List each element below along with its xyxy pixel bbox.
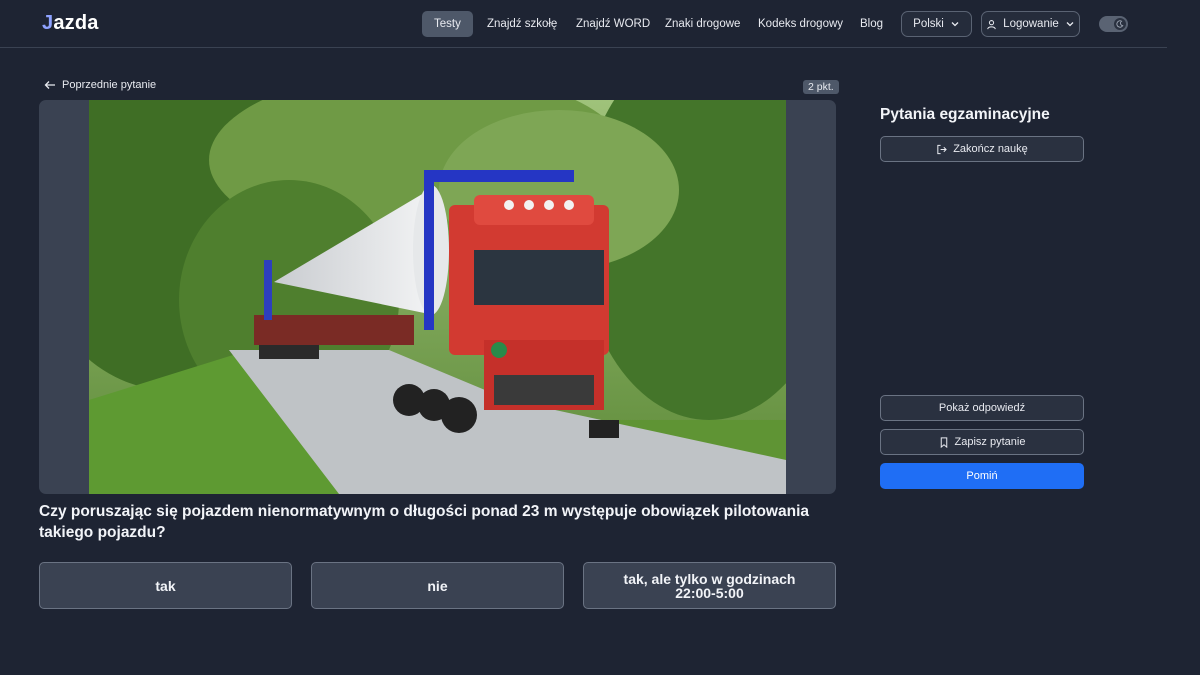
end-study-button[interactable]: Zakończ naukę bbox=[880, 136, 1084, 162]
language-label: Polski bbox=[913, 18, 944, 30]
question-image bbox=[39, 100, 836, 494]
nav-blog[interactable]: Blog bbox=[860, 11, 883, 37]
login-label: Logowanie bbox=[1003, 18, 1059, 30]
login-button[interactable]: Logowanie bbox=[981, 11, 1080, 37]
save-question-label: Zapisz pytanie bbox=[954, 436, 1026, 448]
arrow-left-icon bbox=[44, 80, 56, 90]
nav-find-word[interactable]: Znajdź WORD bbox=[576, 11, 650, 37]
question-text: Czy poruszając się pojazdem nienormatywn… bbox=[39, 503, 809, 541]
previous-question-link[interactable]: Poprzednie pytanie bbox=[44, 79, 156, 91]
nav-find-school[interactable]: Znajdź szkołę bbox=[487, 11, 557, 37]
save-question-button[interactable]: Zapisz pytanie bbox=[880, 429, 1084, 455]
bookmark-icon bbox=[939, 436, 949, 448]
logo-text: azda bbox=[53, 12, 99, 34]
show-answer-label: Pokaż odpowiedź bbox=[938, 402, 1026, 414]
points-badge: 2 pkt. bbox=[803, 80, 839, 94]
end-study-label: Zakończ naukę bbox=[953, 143, 1028, 155]
logo-initial: J bbox=[42, 12, 54, 34]
chevron-down-icon bbox=[950, 19, 960, 29]
show-answer-button[interactable]: Pokaż odpowiedź bbox=[880, 395, 1084, 421]
nav-road-signs[interactable]: Znaki drogowe bbox=[665, 11, 740, 37]
sidebar-title: Pytania egzaminacyjne bbox=[880, 106, 1050, 123]
logo[interactable]: Jazda bbox=[42, 12, 99, 35]
nav-traffic-code[interactable]: Kodeks drogowy bbox=[758, 11, 843, 37]
nav-tests[interactable]: Testy bbox=[422, 11, 473, 37]
moon-icon bbox=[1114, 18, 1126, 30]
question-media-card bbox=[39, 100, 836, 494]
theme-toggle[interactable] bbox=[1099, 16, 1128, 32]
skip-label: Pomiń bbox=[966, 470, 998, 482]
logout-icon bbox=[936, 144, 947, 155]
chevron-down-icon bbox=[1065, 19, 1075, 29]
user-icon bbox=[986, 19, 997, 30]
previous-question-label: Poprzednie pytanie bbox=[62, 79, 157, 91]
answer-option-2[interactable]: nie bbox=[311, 562, 564, 609]
skip-button[interactable]: Pomiń bbox=[880, 463, 1084, 489]
language-select[interactable]: Polski bbox=[901, 11, 972, 37]
top-navigation: Jazda Testy Znajdź szkołę Znajdź WORD Zn… bbox=[0, 0, 1167, 48]
answer-option-3[interactable]: tak, ale tylko w godzinach 22:00-5:00 bbox=[583, 562, 836, 609]
answer-option-1[interactable]: tak bbox=[39, 562, 292, 609]
